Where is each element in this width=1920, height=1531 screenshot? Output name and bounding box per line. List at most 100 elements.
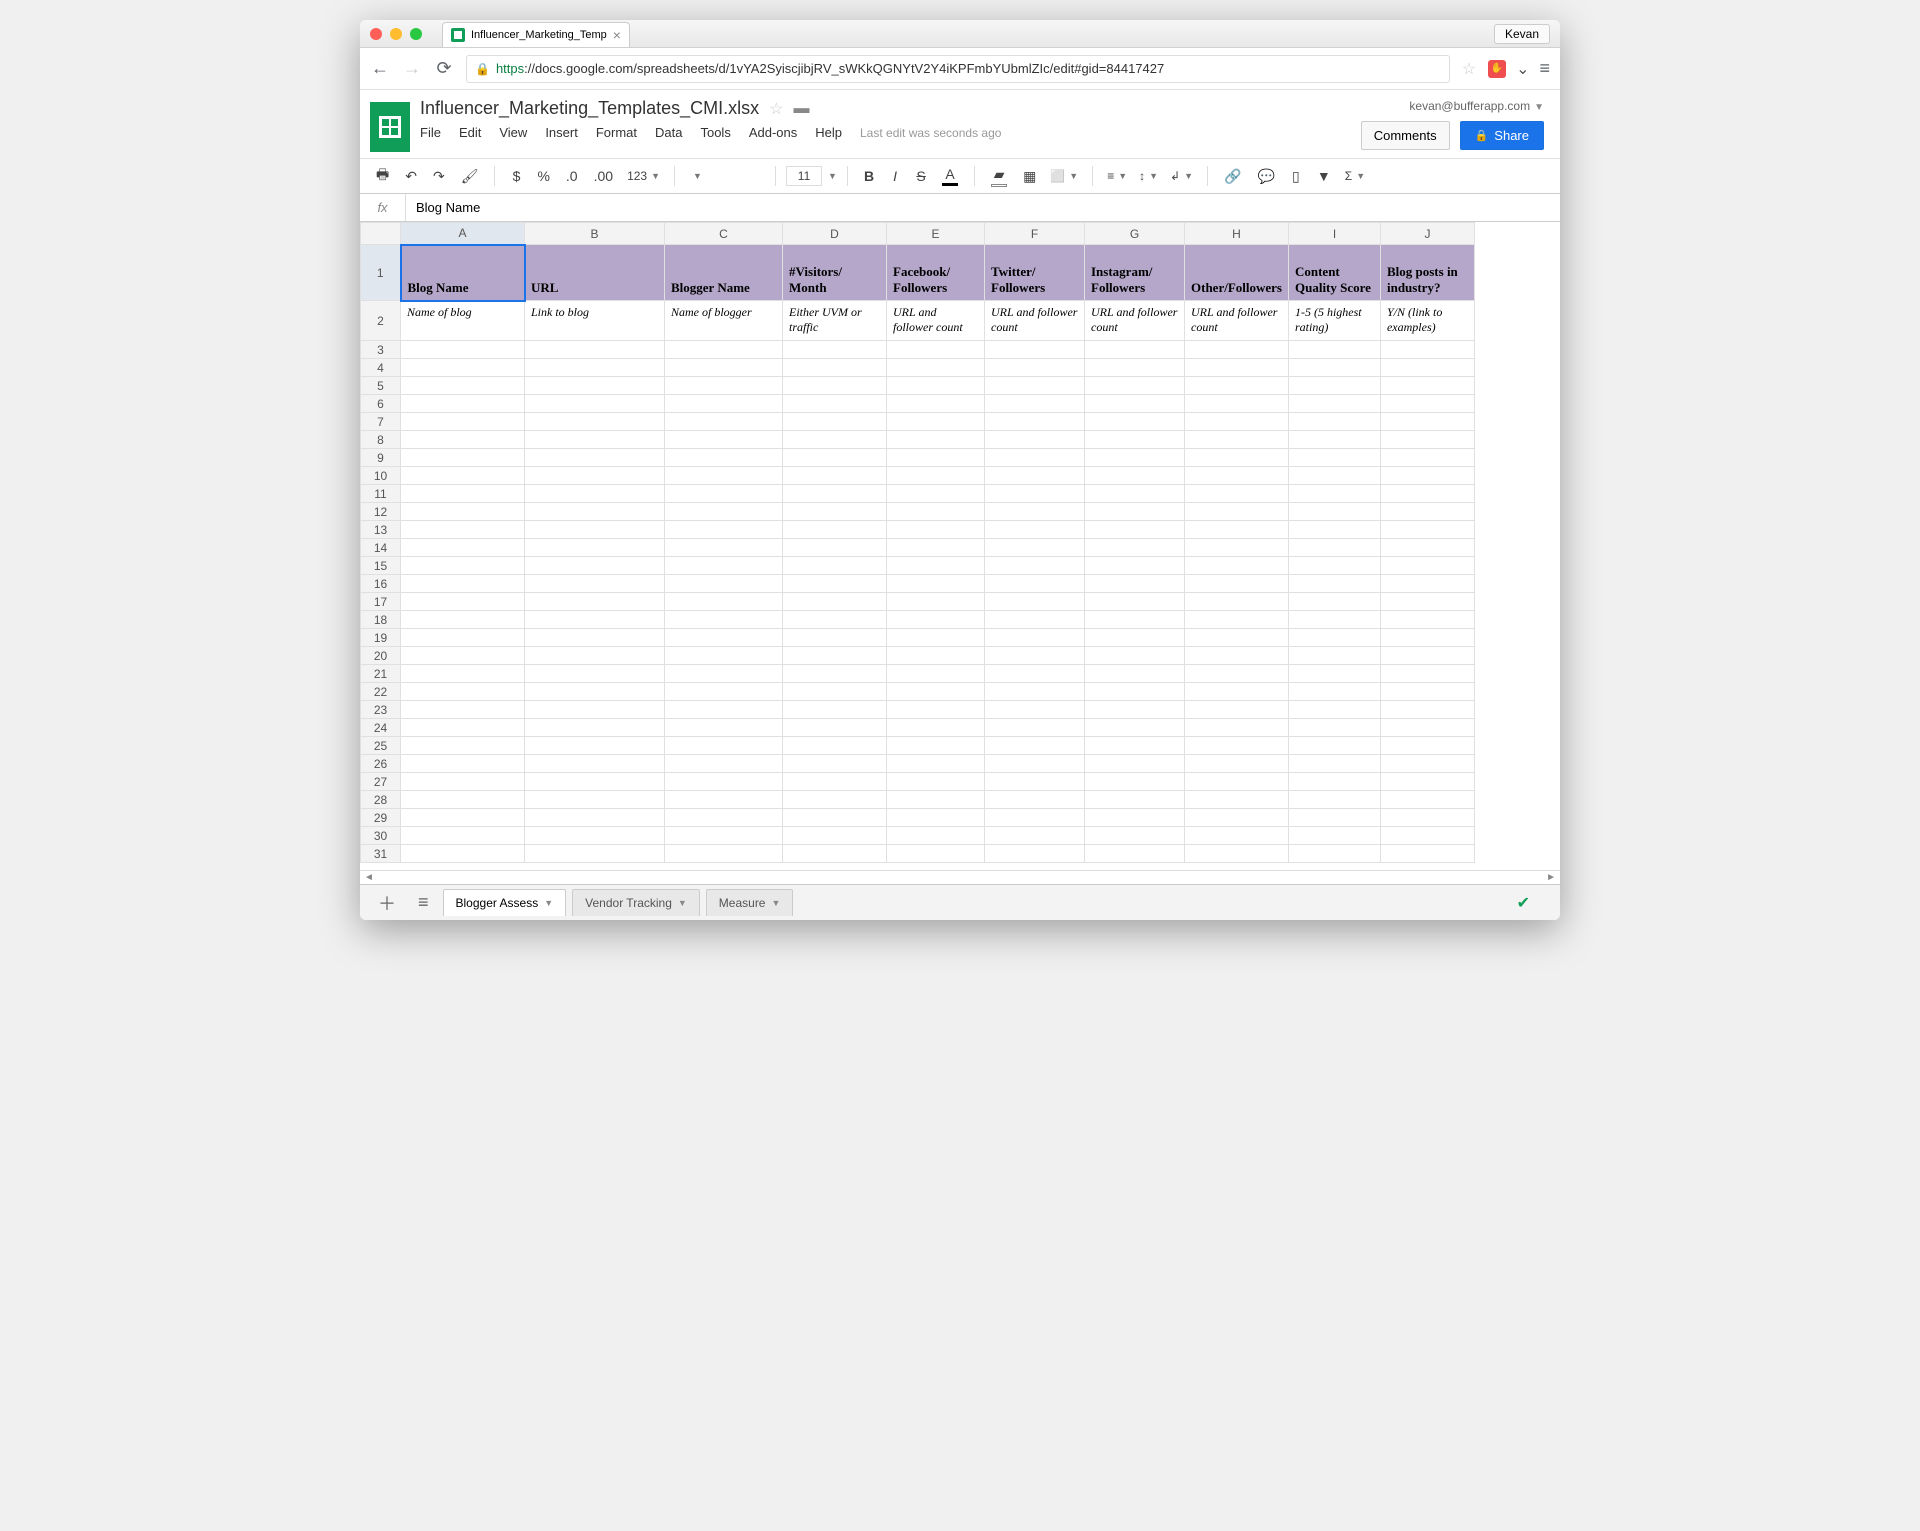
cell-I23[interactable] [1288,701,1380,719]
col-header-B[interactable]: B [525,223,665,245]
col-header-E[interactable]: E [887,223,985,245]
cell-D7[interactable] [783,413,887,431]
row-header-10[interactable]: 10 [361,467,401,485]
formula-input[interactable]: Blog Name [406,200,1560,215]
sheet-tab-vendor-tracking[interactable]: Vendor Tracking▼ [572,889,700,916]
cell-G18[interactable] [1085,611,1185,629]
cell-A22[interactable] [401,683,525,701]
cell-F5[interactable] [985,377,1085,395]
cell-A27[interactable] [401,773,525,791]
cell-J4[interactable] [1380,359,1474,377]
filter-icon[interactable]: ▼ [1311,164,1337,188]
cell-I11[interactable] [1288,485,1380,503]
cell-F24[interactable] [985,719,1085,737]
cell-G16[interactable] [1085,575,1185,593]
row-header-3[interactable]: 3 [361,341,401,359]
cell-G28[interactable] [1085,791,1185,809]
cell-A28[interactable] [401,791,525,809]
cell-C11[interactable] [665,485,783,503]
cell-I4[interactable] [1288,359,1380,377]
cell-D23[interactable] [783,701,887,719]
cell-C24[interactable] [665,719,783,737]
font-size-input[interactable]: 11 [786,166,822,186]
col-header-I[interactable]: I [1288,223,1380,245]
cell-F31[interactable] [985,845,1085,863]
cell-H29[interactable] [1185,809,1289,827]
cell-E3[interactable] [887,341,985,359]
cell-B24[interactable] [525,719,665,737]
cell-A15[interactable] [401,557,525,575]
cell-E10[interactable] [887,467,985,485]
cell-F4[interactable] [985,359,1085,377]
star-doc-icon[interactable]: ☆ [769,99,783,119]
cell-E2[interactable]: URL and follower count [887,301,985,341]
cell-I26[interactable] [1288,755,1380,773]
cell-C1[interactable]: Blogger Name [665,245,783,301]
cell-G20[interactable] [1085,647,1185,665]
cell-E17[interactable] [887,593,985,611]
cell-B7[interactable] [525,413,665,431]
cell-J17[interactable] [1380,593,1474,611]
cell-A24[interactable] [401,719,525,737]
row-header-18[interactable]: 18 [361,611,401,629]
cell-D13[interactable] [783,521,887,539]
cell-I9[interactable] [1288,449,1380,467]
cell-F11[interactable] [985,485,1085,503]
cell-H10[interactable] [1185,467,1289,485]
borders-icon[interactable]: ▦ [1017,164,1042,189]
cell-E30[interactable] [887,827,985,845]
window-minimize-icon[interactable] [390,28,402,40]
cell-C31[interactable] [665,845,783,863]
merge-cells-icon[interactable]: ⬜▼ [1046,167,1082,185]
cell-J22[interactable] [1380,683,1474,701]
cell-E16[interactable] [887,575,985,593]
cell-J21[interactable] [1380,665,1474,683]
cell-F6[interactable] [985,395,1085,413]
cell-J28[interactable] [1380,791,1474,809]
cell-G8[interactable] [1085,431,1185,449]
row-header-20[interactable]: 20 [361,647,401,665]
cell-D8[interactable] [783,431,887,449]
cell-B12[interactable] [525,503,665,521]
cell-H18[interactable] [1185,611,1289,629]
cell-D16[interactable] [783,575,887,593]
cell-A11[interactable] [401,485,525,503]
cell-I15[interactable] [1288,557,1380,575]
cell-C13[interactable] [665,521,783,539]
insert-link-icon[interactable]: 🔗 [1218,164,1247,189]
cell-C17[interactable] [665,593,783,611]
cell-D31[interactable] [783,845,887,863]
cell-E11[interactable] [887,485,985,503]
row-header-15[interactable]: 15 [361,557,401,575]
decrease-decimal-icon[interactable]: .0 [560,164,584,188]
cell-C27[interactable] [665,773,783,791]
cell-E20[interactable] [887,647,985,665]
cell-I18[interactable] [1288,611,1380,629]
cell-C22[interactable] [665,683,783,701]
cell-B25[interactable] [525,737,665,755]
cell-D19[interactable] [783,629,887,647]
row-header-13[interactable]: 13 [361,521,401,539]
cell-I13[interactable] [1288,521,1380,539]
row-header-16[interactable]: 16 [361,575,401,593]
cell-D18[interactable] [783,611,887,629]
row-header-22[interactable]: 22 [361,683,401,701]
cell-H24[interactable] [1185,719,1289,737]
cell-H22[interactable] [1185,683,1289,701]
cell-D21[interactable] [783,665,887,683]
cell-B19[interactable] [525,629,665,647]
cell-G19[interactable] [1085,629,1185,647]
cell-H15[interactable] [1185,557,1289,575]
cell-C12[interactable] [665,503,783,521]
cell-A10[interactable] [401,467,525,485]
cell-J15[interactable] [1380,557,1474,575]
cell-G17[interactable] [1085,593,1185,611]
cell-B8[interactable] [525,431,665,449]
insert-chart-icon[interactable]: ▯ [1285,164,1307,189]
tab-menu-arrow-icon[interactable]: ▼ [771,898,780,908]
cell-C16[interactable] [665,575,783,593]
cell-F9[interactable] [985,449,1085,467]
cell-I1[interactable]: Content Quality Score [1288,245,1380,301]
cell-J9[interactable] [1380,449,1474,467]
cell-E4[interactable] [887,359,985,377]
